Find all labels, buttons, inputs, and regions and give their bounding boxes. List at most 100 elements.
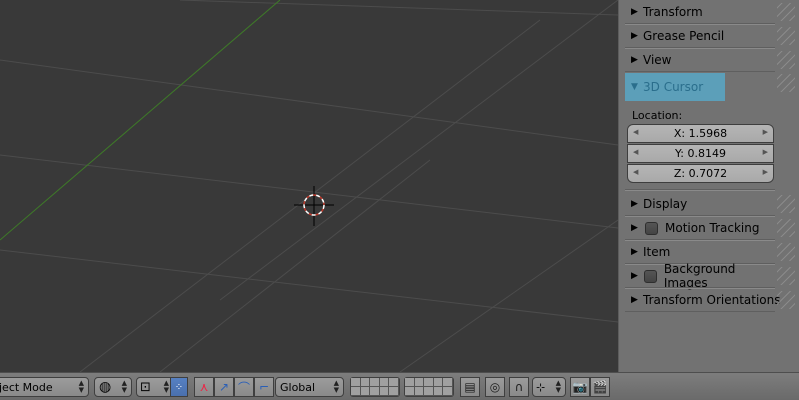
rotate-icon: ⌒ [237,380,250,395]
panel-label: Transform [643,5,703,19]
panel-label: 3D Cursor [643,80,704,94]
manipulator-icon: ⋏ [199,380,209,394]
updown-icon: ▲ ▼ [333,379,339,394]
drag-grip-icon[interactable] [777,195,795,213]
cursor-x-field[interactable]: ◀ X: 1.5968 ▶ [627,124,774,143]
properties-panel: ▶ Transform ▶ Grease Pencil ▶ View ▼ 3D … [618,0,799,372]
vertex-snap-button[interactable]: ⁘ [170,377,188,397]
panel-header[interactable]: ▼ 3D Cursor [625,73,725,101]
increment-icon[interactable]: ▶ [763,128,768,136]
scale-button[interactable]: ⌐ [254,377,274,397]
dots-icon: ⁘ [174,381,184,393]
panel-label: Background Images [663,262,736,290]
updown-icon: ▲ ▼ [555,379,561,394]
drag-grip-icon[interactable] [777,243,795,261]
globe-icon: ◍ [99,379,112,395]
panel-display[interactable]: ▶ Display [625,193,795,215]
grid-line [0,154,618,229]
triangle-right-icon: ▶ [631,247,638,257]
updown-icon: ▲ ▼ [121,379,127,394]
panel-3d-cursor[interactable]: ▼ 3D Cursor [625,72,795,101]
mode-select[interactable]: ject Mode ▲ ▼ [0,377,89,397]
panel-header[interactable]: ▶ Transform [625,1,777,23]
snap-icon: ∩ [514,380,524,394]
render-animation-button[interactable]: 🎬 [590,377,610,397]
y-axis-line [0,0,281,241]
panel-transform-orientations[interactable]: ▶ Transform Orientations [625,289,795,311]
drag-grip-icon[interactable] [777,291,795,309]
snap-element-select[interactable]: ⊹ ▲ ▼ [532,377,566,397]
updown-icon: ▲ ▼ [163,379,169,394]
cursor-x-value: X: 1.5968 [673,127,728,140]
snap-toggle[interactable]: ∩ [509,377,529,397]
panel-label: Motion Tracking [665,221,760,235]
shading-select[interactable]: ◍ ▲ ▼ [94,377,132,397]
panel-label: Grease Pencil [643,29,725,43]
triangle-right-icon: ▶ [631,199,638,209]
panel-header[interactable]: ▶ Transform Orientations [625,289,785,311]
pivot-select[interactable]: ⊡ ▲ ▼ [136,377,174,397]
drag-grip-icon[interactable] [777,27,795,45]
grid-line [179,0,618,16]
panel-header[interactable]: ▶ View [625,49,777,71]
orientation-label: Global [280,380,316,394]
snap-target-icon: ⊹ [536,380,546,394]
panel-motion-tracking[interactable]: ▶ Motion Tracking [625,217,795,239]
layer-lock-button[interactable]: ▤ [460,377,480,397]
drag-grip-icon[interactable] [777,51,795,69]
drag-grip-icon[interactable] [777,267,795,285]
3d-cursor-icon[interactable] [294,186,334,226]
panel-transform[interactable]: ▶ Transform [625,1,795,23]
divider [625,311,775,312]
motion-tracking-checkbox[interactable] [645,221,658,235]
triangle-down-icon: ▼ [631,82,638,92]
panel-header[interactable]: ▶ Grease Pencil [625,25,777,47]
drag-grip-icon[interactable] [777,219,795,237]
drag-grip-icon[interactable] [777,74,795,92]
cursor-z-value: Z: 0.7072 [673,167,728,180]
cursor-y-field[interactable]: ◀ Y: 0.8149 ▶ [627,144,774,163]
drag-grip-icon[interactable] [777,3,795,21]
clapper-icon: 🎬 [592,380,608,394]
background-images-checkbox[interactable] [644,269,657,283]
mode-label: ject Mode [0,380,53,394]
decrement-icon[interactable]: ◀ [633,148,638,156]
blender-window: ▶ Transform ▶ Grease Pencil ▶ View ▼ 3D … [0,0,799,400]
layers-icon: ▤ [464,380,476,394]
panel-label: Display [643,197,688,211]
render-icon: ◎ [489,380,501,394]
cursor-z-field[interactable]: ◀ Z: 0.7072 ▶ [627,164,774,183]
panel-label: View [643,53,672,67]
rotate-button[interactable]: ⌒ [234,377,254,397]
panel-view[interactable]: ▶ View [625,49,795,71]
increment-icon[interactable]: ▶ [763,148,768,156]
increment-icon[interactable]: ▶ [763,168,768,176]
orientation-select[interactable]: Global ▲ ▼ [275,377,344,397]
grid-line [219,0,618,301]
panel-header[interactable]: ▶ Motion Tracking [625,217,777,239]
layers-grid-left[interactable] [350,377,400,397]
proportional-edit-button[interactable]: ◎ [485,377,505,397]
manipulator-toggle[interactable]: ⋏ [194,377,214,397]
decrement-icon[interactable]: ◀ [633,168,638,176]
grid-line [399,219,618,372]
3d-viewport[interactable] [0,0,618,372]
render-image-button[interactable]: 📷 [570,377,590,397]
panel-header[interactable]: ▶ Background Images [625,262,777,290]
viewport-grid [0,0,618,372]
layers-grid-right[interactable] [404,377,454,397]
decrement-icon[interactable]: ◀ [633,128,638,136]
pivot-icon: ⊡ [140,379,151,395]
translate-button[interactable]: ↗ [214,377,234,397]
panel-label: Item [643,245,671,259]
panel-item[interactable]: ▶ Item [625,241,795,263]
panel-header[interactable]: ▶ Item [625,241,777,263]
panel-grease-pencil[interactable]: ▶ Grease Pencil [625,25,795,47]
triangle-right-icon: ▶ [631,271,638,281]
divider [625,190,775,191]
scale-icon: ⌐ [258,380,270,394]
panel-background-images[interactable]: ▶ Background Images [625,262,795,290]
triangle-right-icon: ▶ [631,55,638,65]
panel-header[interactable]: ▶ Display [625,193,777,215]
grid-line [0,59,618,146]
